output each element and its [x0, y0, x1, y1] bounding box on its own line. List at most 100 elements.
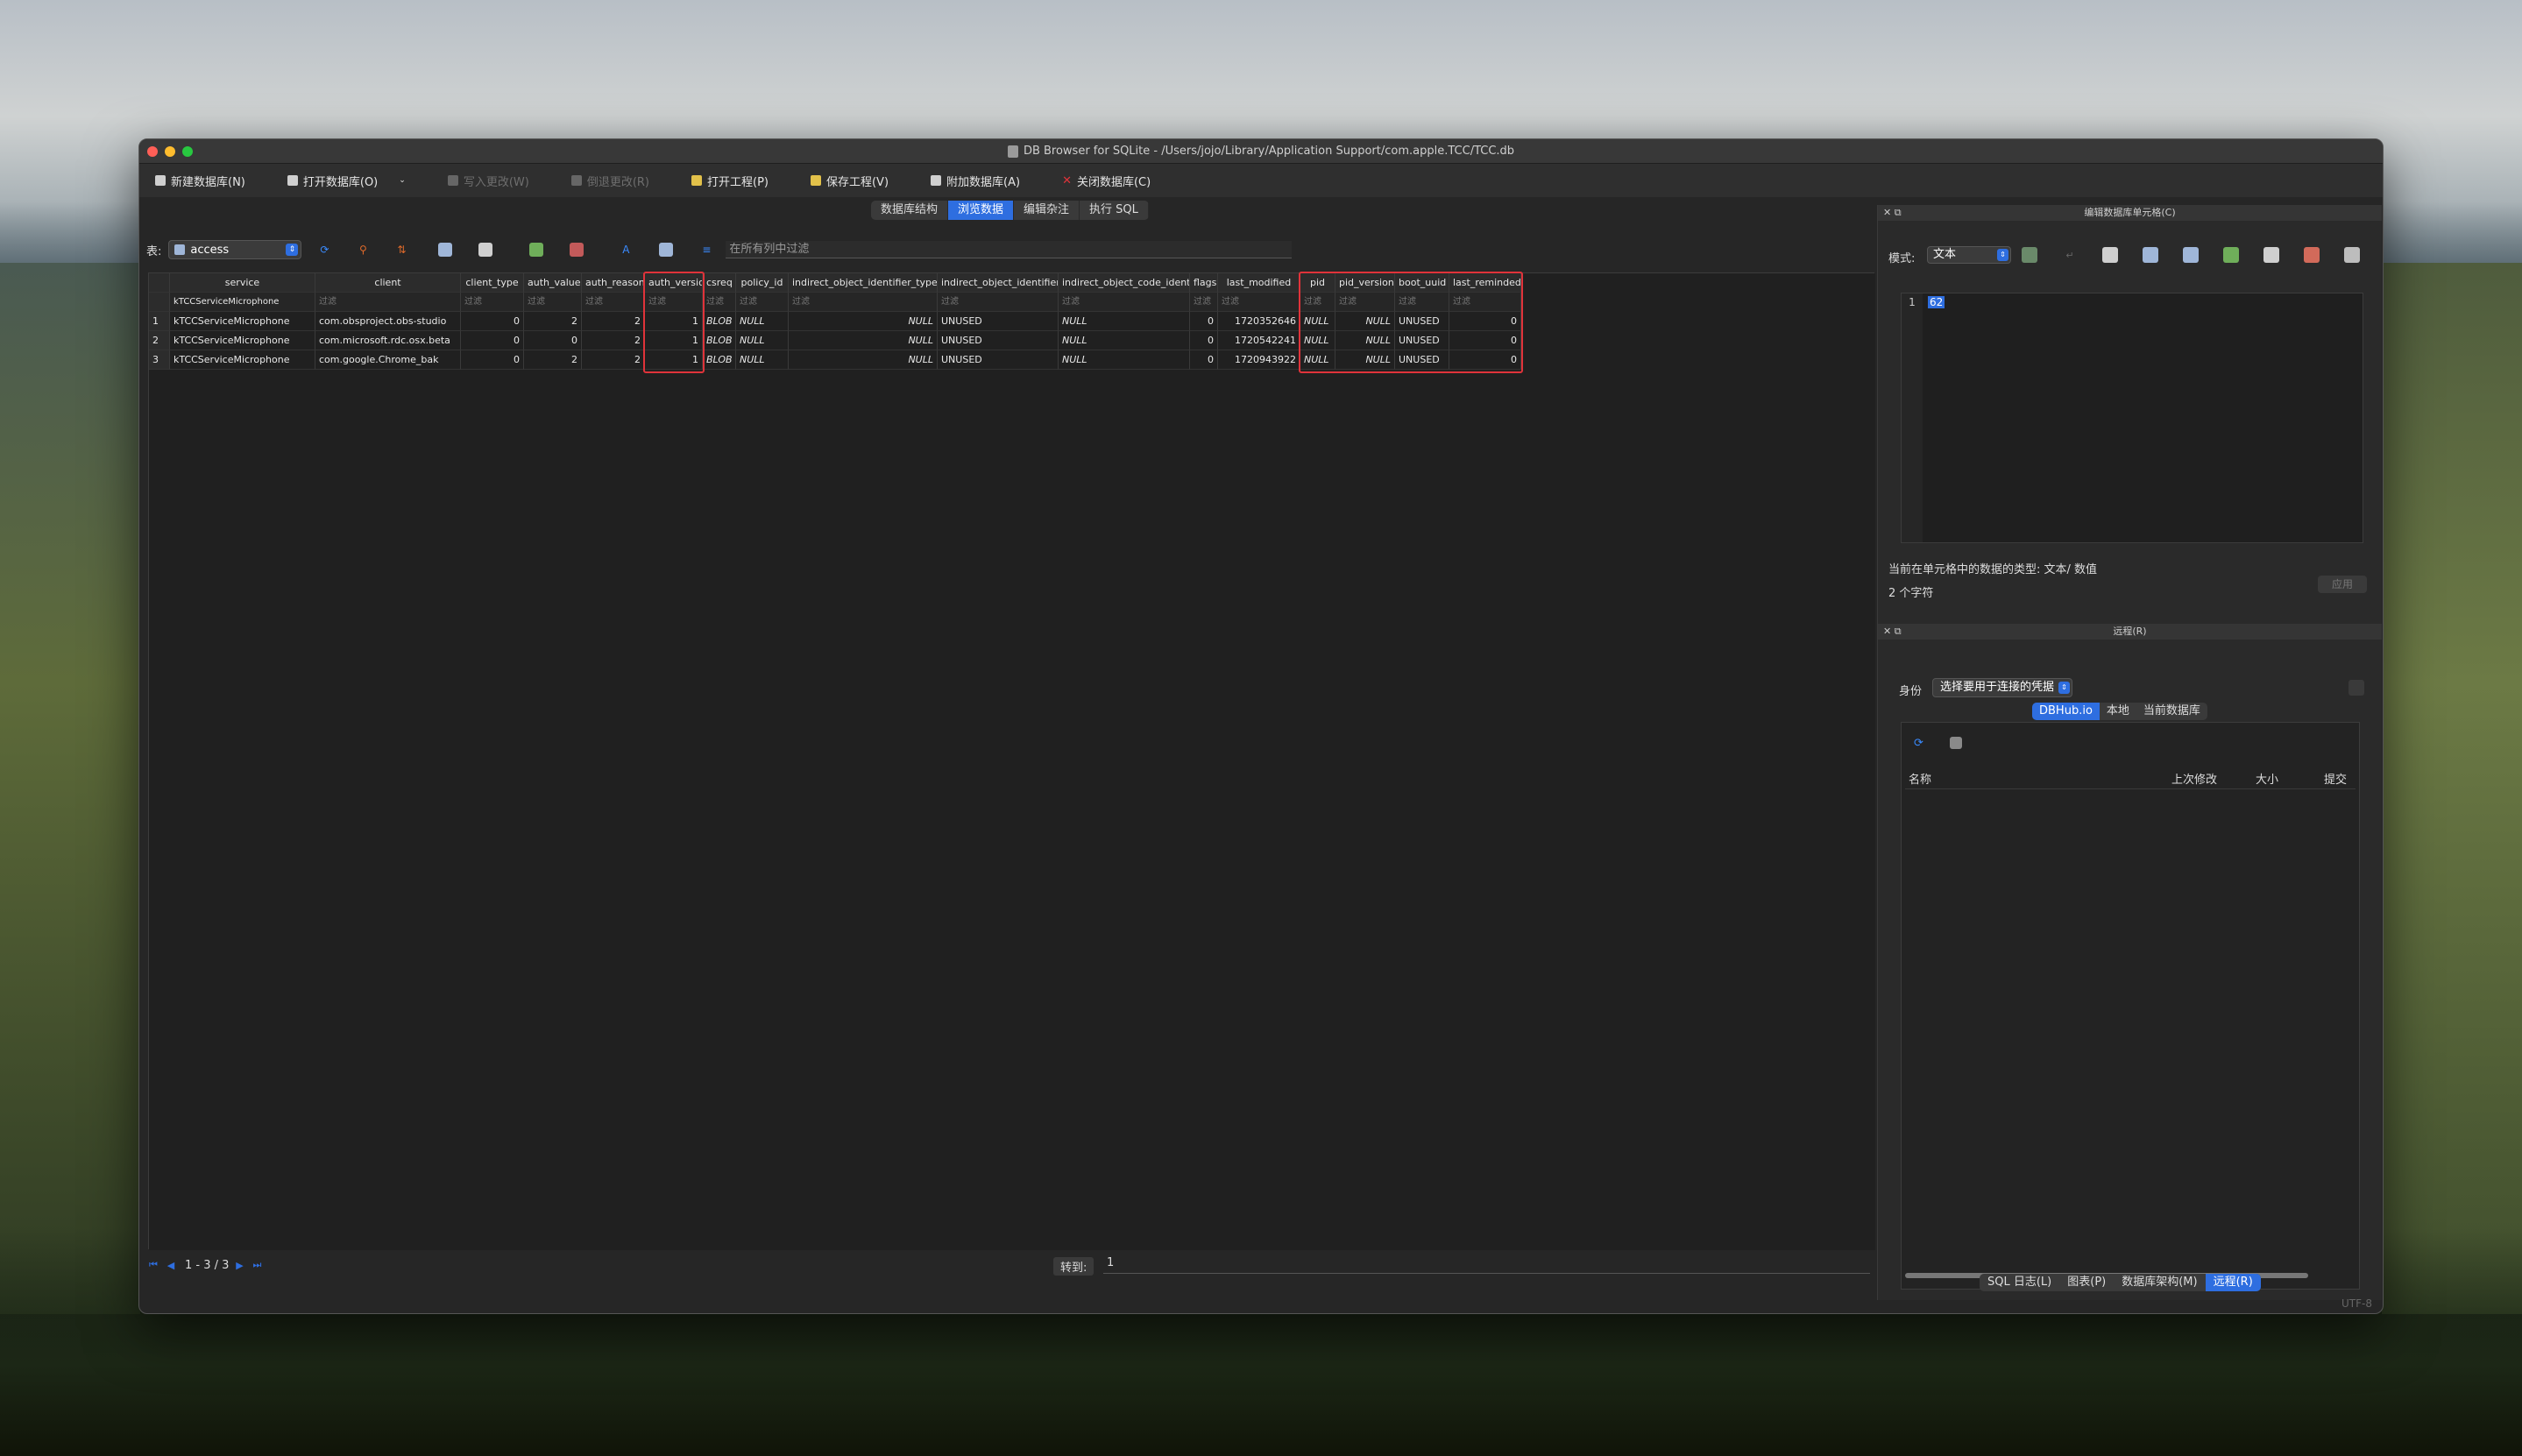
- find-icon[interactable]: A: [619, 243, 633, 257]
- mode-select[interactable]: 文本 ⇕: [1927, 246, 2011, 264]
- column-size[interactable]: 大小: [2252, 772, 2320, 788]
- table-cell[interactable]: BLOB: [703, 312, 736, 331]
- table-cell[interactable]: NULL: [1059, 350, 1190, 370]
- save-view-icon[interactable]: [438, 243, 453, 257]
- table-select[interactable]: access ⇕: [168, 240, 302, 259]
- attach-database-button[interactable]: 附加数据库(A): [931, 173, 1020, 189]
- copy-icon[interactable]: [2223, 247, 2239, 263]
- clear-filters-icon[interactable]: ⚲: [356, 243, 370, 257]
- auto-format-icon[interactable]: [2022, 247, 2037, 263]
- row-number[interactable]: 2: [149, 331, 170, 350]
- conditional-format-icon[interactable]: ≡: [699, 243, 713, 257]
- word-wrap-icon[interactable]: ↵: [2062, 247, 2078, 263]
- filter-input[interactable]: 过滤: [938, 293, 1059, 312]
- table-cell[interactable]: NULL: [736, 350, 789, 370]
- revert-changes-button[interactable]: 倒退更改(R): [570, 173, 649, 189]
- table-cell[interactable]: 2: [582, 331, 645, 350]
- identity-manage-icon[interactable]: [2348, 680, 2364, 696]
- open-project-button[interactable]: 打开工程(P): [691, 173, 769, 189]
- clone-icon[interactable]: [1949, 737, 1962, 749]
- table-cell[interactable]: UNUSED: [938, 312, 1059, 331]
- table-cell[interactable]: 0: [461, 312, 524, 331]
- filter-input[interactable]: 过滤: [315, 293, 461, 312]
- save-project-button[interactable]: 保存工程(V): [810, 173, 889, 189]
- table-cell[interactable]: NULL: [1059, 331, 1190, 350]
- prev-page-icon[interactable]: ◀: [164, 1258, 178, 1272]
- tab-current-database[interactable]: 当前数据库: [2136, 703, 2207, 720]
- column-commit[interactable]: 提交: [2320, 772, 2356, 788]
- table-cell[interactable]: NULL: [789, 350, 938, 370]
- tab-execute-sql[interactable]: 执行 SQL: [1080, 201, 1149, 220]
- find-replace-icon[interactable]: [659, 243, 674, 257]
- table-cell[interactable]: 2: [524, 312, 582, 331]
- table-cell[interactable]: kTCCServiceMicrophone: [170, 350, 315, 370]
- table-cell[interactable]: NULL: [789, 331, 938, 350]
- tab-db-schema[interactable]: 数据库架构(M): [2114, 1274, 2205, 1291]
- column-header[interactable]: indirect_object_identifier_type: [789, 273, 938, 293]
- row-number[interactable]: 1: [149, 312, 170, 331]
- filter-input[interactable]: 过滤: [461, 293, 524, 312]
- table-cell[interactable]: 1720352646: [1218, 312, 1300, 331]
- table-cell[interactable]: 0: [1190, 312, 1218, 331]
- first-page-icon[interactable]: ⏮: [146, 1258, 160, 1272]
- chevron-down-icon[interactable]: ⌄: [399, 176, 406, 185]
- table-cell[interactable]: com.google.Chrome_bak: [315, 350, 461, 370]
- table-cell[interactable]: 2: [582, 312, 645, 331]
- column-header[interactable]: indirect_object_identifier: [938, 273, 1059, 293]
- cell-editor[interactable]: 1 62: [1901, 293, 2363, 543]
- close-panel-icon[interactable]: ✕ ⧉: [1883, 205, 1902, 221]
- column-header[interactable]: client: [315, 273, 461, 293]
- table-cell[interactable]: UNUSED: [938, 331, 1059, 350]
- tab-browse-data[interactable]: 浏览数据: [948, 201, 1015, 220]
- tab-remote[interactable]: 远程(R): [2205, 1274, 2261, 1291]
- tab-local[interactable]: 本地: [2100, 703, 2136, 720]
- apply-button[interactable]: 应用: [2318, 576, 2367, 593]
- paste-icon[interactable]: [2263, 247, 2279, 263]
- zoom-window-button[interactable]: [182, 146, 193, 157]
- delete-record-icon[interactable]: [570, 243, 584, 257]
- identity-select[interactable]: 选择要用于连接的凭据 ⇕: [1932, 678, 2072, 697]
- table-cell[interactable]: 1720943922: [1218, 350, 1300, 370]
- table-cell[interactable]: 0: [461, 350, 524, 370]
- last-page-icon[interactable]: ⏭: [250, 1258, 264, 1272]
- set-null-icon[interactable]: [2183, 247, 2199, 263]
- table-cell[interactable]: com.microsoft.rdc.osx.beta: [315, 331, 461, 350]
- new-database-button[interactable]: 新建数据库(N): [155, 173, 245, 189]
- column-header[interactable]: indirect_object_code_identity: [1059, 273, 1190, 293]
- tab-dbhub[interactable]: DBHub.io: [2032, 703, 2100, 720]
- table-cell[interactable]: NULL: [1059, 312, 1190, 331]
- export-icon[interactable]: [2143, 247, 2158, 263]
- table-cell[interactable]: 2: [524, 350, 582, 370]
- import-icon[interactable]: [2102, 247, 2118, 263]
- table-cell[interactable]: NULL: [789, 312, 938, 331]
- filter-input[interactable]: 过滤: [1190, 293, 1218, 312]
- row-number[interactable]: 3: [149, 350, 170, 370]
- close-panel-icon[interactable]: ✕ ⧉: [1883, 624, 1902, 640]
- column-header[interactable]: auth_reason: [582, 273, 645, 293]
- column-header[interactable]: client_type: [461, 273, 524, 293]
- close-window-button[interactable]: [147, 146, 158, 157]
- table-cell[interactable]: BLOB: [703, 331, 736, 350]
- column-name[interactable]: 名称: [1905, 772, 2168, 788]
- table-cell[interactable]: NULL: [736, 331, 789, 350]
- table-cell[interactable]: NULL: [736, 312, 789, 331]
- column-header[interactable]: last_modified: [1218, 273, 1300, 293]
- filter-input[interactable]: 过滤: [582, 293, 645, 312]
- filter-input[interactable]: 过滤: [524, 293, 582, 312]
- insert-record-icon[interactable]: [529, 243, 544, 257]
- table-cell[interactable]: com.obsproject.obs-studio: [315, 312, 461, 331]
- cell-content[interactable]: 62: [1928, 296, 1945, 308]
- print-icon[interactable]: [2344, 247, 2360, 263]
- clear-icon[interactable]: [2304, 247, 2320, 263]
- table-cell[interactable]: BLOB: [703, 350, 736, 370]
- print-icon[interactable]: [478, 243, 493, 257]
- column-last-modified[interactable]: 上次修改: [2168, 772, 2252, 788]
- global-filter-input[interactable]: 在所有列中过滤: [726, 241, 1293, 258]
- table-cell[interactable]: kTCCServiceMicrophone: [170, 312, 315, 331]
- table-cell[interactable]: 0: [1190, 331, 1218, 350]
- filter-input[interactable]: 过滤: [703, 293, 736, 312]
- column-header[interactable]: csreq: [703, 273, 736, 293]
- table-cell[interactable]: 0: [524, 331, 582, 350]
- filter-input[interactable]: 过滤: [1218, 293, 1300, 312]
- open-database-button[interactable]: 打开数据库(O) ⌄: [287, 173, 406, 189]
